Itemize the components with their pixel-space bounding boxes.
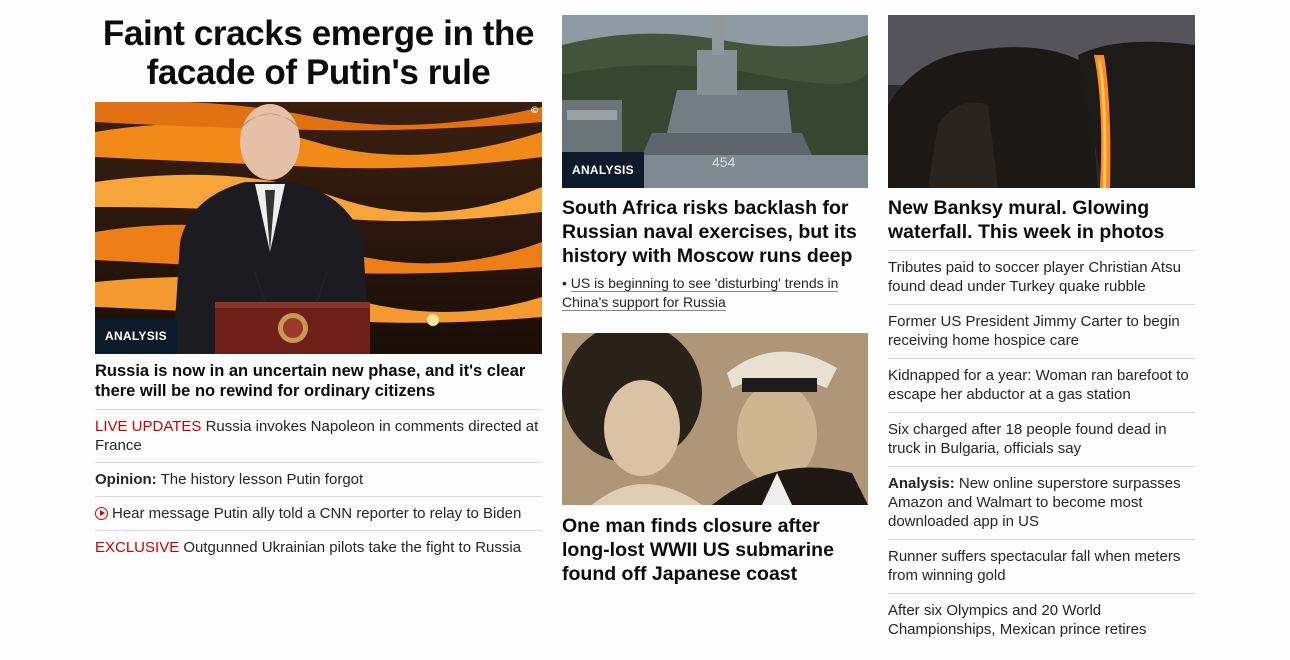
right-headline-list: Tributes paid to soccer player Christian…	[888, 250, 1195, 647]
exclusive-tag: EXCLUSIVE	[95, 539, 180, 556]
analysis-label: Analysis:	[888, 475, 955, 492]
lead-image[interactable]: © ANALYSIS	[95, 102, 542, 354]
lead-related-list: LIVE UPDATES Russia invokes Napoleon in …	[95, 409, 542, 564]
analysis-badge: ANALYSIS	[562, 152, 644, 188]
play-icon	[95, 507, 108, 520]
analysis-badge: ANALYSIS	[95, 318, 177, 354]
svg-text:454: 454	[712, 154, 736, 170]
list-item-text: After six Olympics and 20 World Champion…	[888, 602, 1147, 638]
list-item-text: Hear message Putin ally told a CNN repor…	[112, 505, 522, 522]
warship-image[interactable]: 454 ANALYSIS	[562, 15, 868, 188]
right-column: New Banksy mural. Glowing waterfall. Thi…	[888, 0, 1195, 647]
story-title-submarine[interactable]: One man finds closure after long-lost WW…	[562, 514, 868, 586]
bullet-text: US is beginning to see 'disturbing' tren…	[562, 275, 839, 311]
couple-image[interactable]	[562, 333, 868, 505]
live-updates-tag: LIVE UPDATES	[95, 418, 202, 435]
list-item-text: The history lesson Putin forgot	[160, 471, 364, 488]
list-item-text: Outgunned Ukrainian pilots take the figh…	[183, 539, 522, 556]
list-item[interactable]: LIVE UPDATES Russia invokes Napoleon in …	[95, 409, 542, 462]
list-item[interactable]: EXCLUSIVE Outgunned Ukrainian pilots tak…	[95, 530, 542, 564]
list-item[interactable]: Six charged after 18 people found dead i…	[888, 412, 1195, 466]
list-item-text: Tributes paid to soccer player Christian…	[888, 259, 1181, 295]
list-item-text: Kidnapped for a year: Woman ran barefoot…	[888, 367, 1189, 403]
middle-column: 454 ANALYSIS South Africa risks backlash…	[562, 0, 868, 586]
list-item[interactable]: Runner suffers spectacular fall when met…	[888, 539, 1195, 593]
list-item[interactable]: After six Olympics and 20 World Champion…	[888, 593, 1195, 647]
opinion-label: Opinion:	[95, 471, 157, 488]
credit-icon: ©	[530, 106, 539, 116]
list-item[interactable]: Former US President Jimmy Carter to begi…	[888, 304, 1195, 358]
list-item-text: Six charged after 18 people found dead i…	[888, 421, 1167, 457]
related-bullet-link[interactable]: • US is beginning to see 'disturbing' tr…	[562, 274, 868, 312]
story-title-south-africa[interactable]: South Africa risks backlash for Russian …	[562, 196, 868, 268]
list-item[interactable]: Tributes paid to soccer player Christian…	[888, 250, 1195, 304]
lead-column: Faint cracks emerge in the facade of Put…	[95, 0, 542, 564]
list-item[interactable]: Opinion: The history lesson Putin forgot	[95, 462, 542, 496]
putin-podium-photo	[95, 102, 542, 354]
waterfall-image[interactable]	[888, 15, 1195, 188]
lead-story-title[interactable]: Russia is now in an uncertain new phase,…	[95, 361, 542, 401]
list-item-text: Runner suffers spectacular fall when met…	[888, 548, 1181, 584]
list-item[interactable]: Hear message Putin ally told a CNN repor…	[95, 496, 542, 530]
vintage-couple-photo	[562, 333, 868, 505]
photos-week-title[interactable]: New Banksy mural. Glowing waterfall. Thi…	[888, 196, 1195, 244]
list-item[interactable]: Kidnapped for a year: Woman ran barefoot…	[888, 358, 1195, 412]
glowing-waterfall-photo	[888, 15, 1195, 188]
list-item[interactable]: Analysis: New online superstore surpasse…	[888, 466, 1195, 539]
list-item-text: Former US President Jimmy Carter to begi…	[888, 313, 1180, 349]
lead-headline[interactable]: Faint cracks emerge in the facade of Put…	[95, 14, 542, 92]
